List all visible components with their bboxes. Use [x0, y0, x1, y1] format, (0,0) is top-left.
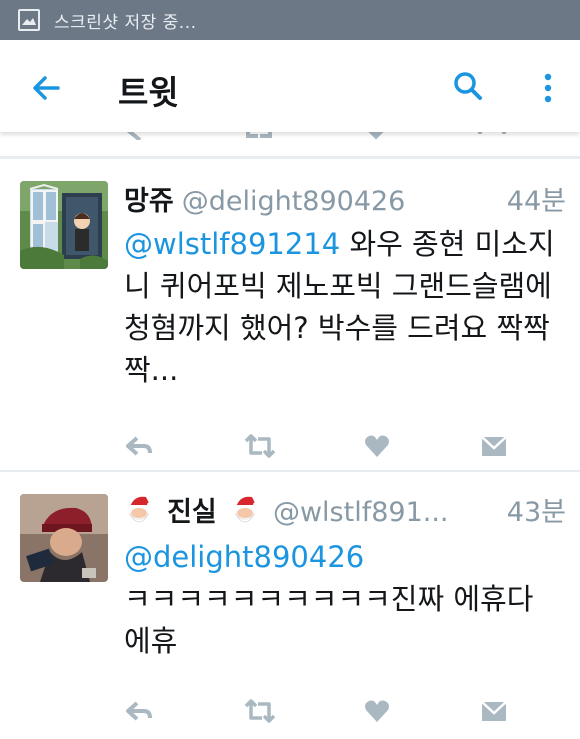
tweet-text-rest: ㅋㅋㅋㅋㅋㅋㅋㅋㅋㅋ진짜 에휴다 에휴 — [124, 582, 534, 658]
dm-icon — [478, 132, 506, 134]
dm-icon — [481, 701, 507, 721]
search-button[interactable] — [450, 68, 486, 104]
retweet-button[interactable] — [242, 696, 278, 726]
retweet-icon — [244, 699, 276, 723]
back-button[interactable] — [28, 70, 64, 106]
mention-link[interactable]: @wlstlf891214 — [124, 227, 340, 261]
avatar[interactable] — [20, 494, 108, 582]
dm-icon — [481, 436, 507, 456]
avatar[interactable] — [20, 181, 108, 269]
user-handle[interactable]: @delight890426 — [182, 186, 406, 217]
santa-emoji-icon — [233, 496, 259, 523]
tweet-actions — [124, 431, 564, 461]
page-title: 트윗 — [118, 73, 179, 112]
retweet-button[interactable] — [242, 431, 278, 461]
search-icon — [454, 72, 482, 100]
previous-tweet-actions — [0, 132, 580, 140]
tweet-actions — [124, 696, 564, 726]
reply-icon — [126, 132, 142, 140]
user-handle[interactable]: @wlstlf891... — [273, 497, 449, 528]
retweet-icon — [244, 434, 276, 458]
tweet-header: 진실 @wlstlf891... 43분 — [124, 490, 566, 530]
tweet-text: @wlstlf891214 와우 종현 미소지니 퀴어포빅 제노포빅 그랜드슬램… — [124, 223, 564, 391]
status-text: 스크린샷 저장 중... — [54, 12, 197, 33]
timeline: 망쥬 @delight890426 44분 @wlstlf891214 와우 종현… — [0, 132, 580, 739]
tweet-card[interactable]: 망쥬 @delight890426 44분 @wlstlf891214 와우 종현… — [0, 159, 580, 472]
tweet-text-line1: 와우 종현 — [340, 227, 466, 261]
status-bar: 스크린샷 저장 중... — [0, 0, 580, 40]
more-vert-icon — [544, 73, 552, 103]
reply-icon — [126, 436, 152, 456]
reply-button[interactable] — [124, 696, 154, 726]
reply-button[interactable] — [124, 431, 154, 461]
tweet-card[interactable]: 진실 @wlstlf891... 43분 @delight890426 ㅋㅋㅋㅋ… — [0, 472, 580, 739]
santa-emoji-icon — [128, 496, 153, 523]
app-bar: 트윗 — [0, 40, 580, 132]
more-options-button[interactable] — [534, 70, 562, 106]
mention-link[interactable]: @delight890426 — [124, 540, 364, 574]
retweet-icon — [246, 132, 272, 138]
like-icon — [365, 700, 389, 722]
like-icon — [365, 435, 389, 457]
tweet-time: 43분 — [506, 497, 566, 528]
screenshot-icon — [18, 9, 40, 31]
direct-message-button[interactable] — [479, 431, 509, 461]
user-name[interactable]: 진실 — [167, 497, 217, 528]
tweet-time: 44분 — [506, 186, 566, 217]
tweet-header: 망쥬 @delight890426 44분 — [124, 179, 566, 219]
direct-message-button[interactable] — [479, 696, 509, 726]
back-arrow-icon — [33, 76, 60, 100]
reply-icon — [126, 701, 152, 721]
tweet-text: @delight890426 ㅋㅋㅋㅋㅋㅋㅋㅋㅋㅋ진짜 에휴다 에휴 — [124, 536, 564, 662]
like-button[interactable] — [362, 696, 392, 726]
like-button[interactable] — [362, 431, 392, 461]
like-icon — [368, 132, 384, 140]
user-name[interactable]: 망쥬 — [124, 186, 174, 217]
